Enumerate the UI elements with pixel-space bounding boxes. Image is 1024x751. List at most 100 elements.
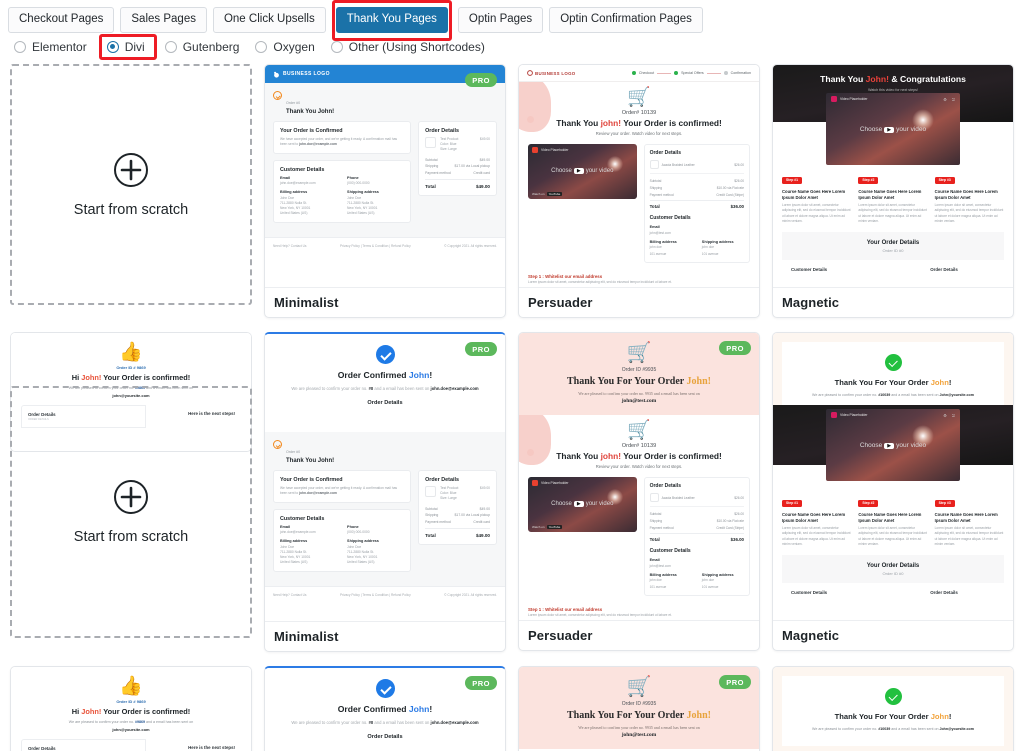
order-details-heading: Order Details xyxy=(425,128,459,134)
email-label: Email xyxy=(649,225,660,230)
thumbs-up-icon: 👍 xyxy=(119,676,143,697)
addr-line: United States (US) xyxy=(347,559,375,564)
tab-optin-pages[interactable]: Optin Pages xyxy=(457,7,544,33)
total-row: Total $36.00 xyxy=(649,200,744,209)
magnetic-steps-section: Step #1 Course Name Goes Here Lorem Ipsu… xyxy=(773,465,1013,610)
radio-gutenberg[interactable]: Gutenberg xyxy=(161,37,252,57)
panel-email: john.doe@example.com xyxy=(299,490,337,495)
tab-sales-pages[interactable]: Sales Pages xyxy=(120,7,207,33)
watch-on-label: Watch on xyxy=(532,525,545,529)
radio-oxygen[interactable]: Oxygen xyxy=(251,37,326,57)
template-card-bigcart-3[interactable]: PRO 🛒 Order ID #9935 Thank You For Your … xyxy=(518,666,760,751)
subtotal-value: $26.00 xyxy=(734,512,744,517)
magnetic-step-3: Step #3 Course Name Goes Here Lorem Ipsu… xyxy=(934,491,1004,547)
pro-badge: PRO xyxy=(465,676,497,690)
billing-label: Billing address xyxy=(649,572,677,577)
radio-dot-icon xyxy=(255,40,268,53)
body-part-b: and a email has xyxy=(890,393,917,397)
persuader-order-panel: Order Details Acacia Braided Leather $26… xyxy=(643,144,750,263)
headline-part-a: Thank You For Your Order xyxy=(834,378,931,387)
shipping-addr-label: Shipping address xyxy=(701,572,734,577)
tab-wrap-optin-confirmation-pages: Optin Confirmation Pages xyxy=(549,7,703,33)
template-name: Persuader xyxy=(519,287,759,317)
panel-body: We have accepted your order, and we're g… xyxy=(280,486,398,495)
radio-elementor[interactable]: Elementor xyxy=(10,37,99,57)
tab-wrap-checkout-pages: Checkout Pages xyxy=(8,7,115,33)
checkout-progress-steps: Checkout Special Offers Confirmation xyxy=(631,71,751,75)
persuader-preview: BUSINESS LOGO Checkout Special Offers Co… xyxy=(519,65,759,287)
product-thumbnail xyxy=(649,160,659,169)
template-card-minimalist-2[interactable]: PRO Order Confirmed John! We are pleased… xyxy=(264,332,506,652)
footer-right: © Copyright 2021. All rights reserved. xyxy=(444,243,497,248)
addr-line: john doe xyxy=(649,245,662,250)
step-connector xyxy=(657,72,672,74)
payment-value: Credit card xyxy=(473,170,490,175)
phone-value: (000) 000-0000 xyxy=(347,530,370,535)
email-value: john@test.com xyxy=(649,563,671,568)
order-details-heading: Order Details xyxy=(367,400,403,407)
addr-line: 101 avenue xyxy=(701,251,719,256)
email-value: john@test.com xyxy=(649,230,671,235)
template-card-confirmed-3[interactable]: PRO Order Confirmed John! We are pleased… xyxy=(264,666,506,751)
template-card-magnetic-2[interactable]: Thank You For Your Order John! We are pl… xyxy=(772,332,1014,651)
shipping-value: $17.00 via Local pickup xyxy=(454,513,490,518)
body-email: John@yoursite.com xyxy=(939,393,974,397)
minimalist-left-column: Your Order is Confirmed We have accepted… xyxy=(273,470,412,578)
video-label: Video Placeholder xyxy=(840,413,868,417)
step-dot-icon xyxy=(631,71,636,75)
start-from-scratch-card[interactable]: Start from scratch xyxy=(10,64,252,305)
step-badge: Step #2 xyxy=(858,176,879,184)
body-email: John@yoursite.com xyxy=(939,727,974,731)
magnetic-subheadline: Watch this video for next steps! xyxy=(868,88,918,92)
tab-optin-confirmation-pages[interactable]: Optin Confirmation Pages xyxy=(549,7,703,33)
shopping-cart-icon: 🛒 xyxy=(626,342,652,364)
minimalist-preview: BUSINESS LOGO Order #0 Thank You John! Y… xyxy=(265,65,505,254)
template-card-minimalist[interactable]: PRO BUSINESS LOGO Order #0 Thank You Joh… xyxy=(264,64,506,318)
step-badge: Step #2 xyxy=(858,499,879,507)
bigcart-headline: Thank You For Your Order John! xyxy=(531,376,747,387)
tab-thank-you-pages[interactable]: Thank You Pages xyxy=(335,7,448,33)
thankyou-heading: Thank You John! xyxy=(286,109,335,115)
magnetic-preview-overlay: Video Placeholder ⚙ ⎋ Choose ▶ your video xyxy=(773,405,1013,610)
template-card-persuader[interactable]: BUSINESS LOGO Checkout Special Offers Co… xyxy=(518,64,760,318)
video-badge-icon xyxy=(532,147,538,153)
grid-cell-confirmed-3: PRO Order Confirmed John! We are pleased… xyxy=(264,666,506,751)
video-placeholder: Video Placeholder Choose ▶ your video Watc… xyxy=(528,144,637,199)
product-price: $26.00 xyxy=(734,162,744,167)
video-badge-icon xyxy=(532,480,538,486)
minimalist-left-column: Your Order is Confirmed We have accepted… xyxy=(273,121,412,229)
subtotal-label: Subtotal xyxy=(425,507,438,511)
payment-label: Payment method xyxy=(649,525,674,530)
confirmed-headline: Order Confirmed John! xyxy=(277,370,493,380)
shipping-value: $17.00 via Local pickup xyxy=(454,164,490,169)
template-name: Minimalist xyxy=(265,621,505,651)
step-offers-label: Special Offers xyxy=(681,71,704,75)
template-card-thumbs-3[interactable]: 👍 Order ID # 9869 Hi John! Your Order is… xyxy=(10,666,252,751)
tab-checkout-pages[interactable]: Checkout Pages xyxy=(8,7,115,33)
radio-dot-icon xyxy=(14,40,26,53)
shipping-address: John Doe 711-2880 Nulla St. New York, NY… xyxy=(347,545,404,565)
radio-other-shortcodes[interactable]: Other (Using Shortcodes) xyxy=(327,37,497,57)
tab-one-click-upsells[interactable]: One Click Upsells xyxy=(212,7,326,33)
body-email: john.doe@example.com xyxy=(430,720,479,725)
total-value: $49.00 xyxy=(475,532,490,538)
video-placeholder: Video Placeholder ⚙ ⎋ Choose ▶ your video xyxy=(826,409,960,481)
template-card-persuader-2[interactable]: PRO 🛒 Order ID #9935 Thank You For Your … xyxy=(518,332,760,651)
video-center-text: Choose ▶ your video xyxy=(551,501,614,508)
template-card-magnetic[interactable]: Thank You John! & Congratulations Watch … xyxy=(772,64,1014,318)
subtotal-label: Subtotal xyxy=(425,158,438,162)
product-row: Test Product Color: Blue Size: Large $49… xyxy=(425,486,490,506)
template-card-greencheck-3[interactable]: Thank You For Your Order John! We are pl… xyxy=(772,666,1014,751)
total-label: Total xyxy=(425,532,436,538)
product-price: $49.00 xyxy=(479,137,490,141)
phone-value: (000) 000-0000 xyxy=(347,181,370,186)
start-from-scratch-card[interactable]: Start from scratch xyxy=(10,386,252,638)
address-row: Billing address John Doe 711-2880 Nulla … xyxy=(280,539,404,564)
pro-badge: PRO xyxy=(719,675,751,689)
headline-part-a: Thank You For Your Order xyxy=(834,712,931,721)
radio-divi[interactable]: Divi xyxy=(98,33,161,60)
magnetic-order-section: Your Order Details Order ID #0 xyxy=(782,554,1004,583)
thumbs-body: We are pleased to confirm your order no.… xyxy=(21,720,241,726)
bigcart-headline: Thank You For Your Order John! xyxy=(531,710,747,721)
billing-label: Billing address xyxy=(649,239,677,244)
